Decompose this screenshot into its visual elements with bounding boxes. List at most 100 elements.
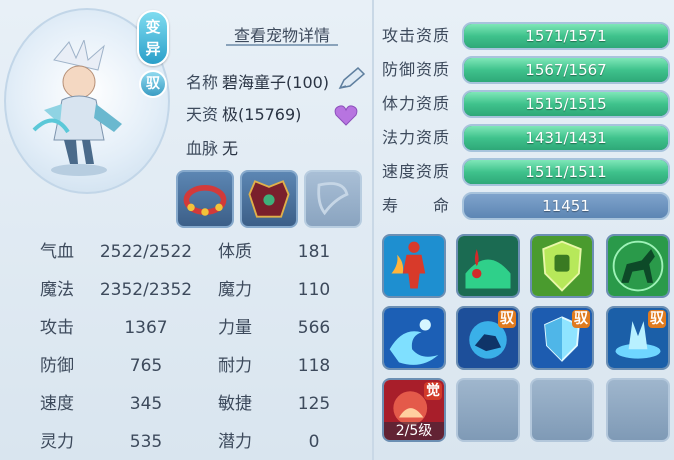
ride-skill-tag: 驭 xyxy=(572,310,590,328)
skill-slot-3[interactable] xyxy=(530,234,594,298)
skill-slot-8[interactable]: 驭 xyxy=(606,306,670,370)
stat-row: 耐力 118 xyxy=(218,350,348,382)
stat-value: 765 xyxy=(129,356,163,376)
stat-value: 125 xyxy=(297,394,331,414)
skill-slot-9[interactable]: 觉 2/5级 xyxy=(382,378,446,442)
mutation-badge: 变异 xyxy=(137,10,169,66)
stat-row: 力量 566 xyxy=(218,312,348,344)
skill-slot-4[interactable] xyxy=(606,234,670,298)
aptitude-value: 1515/1515 xyxy=(525,95,607,113)
stat-label: 魔力 xyxy=(218,280,252,300)
aptitude-value: 1571/1571 xyxy=(525,27,607,45)
equip-slot-collar[interactable] xyxy=(176,170,234,228)
stat-value: 345 xyxy=(129,394,163,414)
lifespan-bar: 11451 xyxy=(462,192,670,220)
stat-label: 体质 xyxy=(218,242,252,262)
stat-label: 灵力 xyxy=(40,432,74,452)
pet-talent-value: 极(15769) xyxy=(222,105,302,124)
awaken-level: 2/5级 xyxy=(384,422,444,440)
pet-bloodline-value: 无 xyxy=(222,139,239,158)
stat-label: 敏捷 xyxy=(218,394,252,414)
aptitude-row: 体力资质 1515/1515 xyxy=(382,90,672,118)
edit-name-icon[interactable] xyxy=(336,66,366,92)
stat-row: 速度 345 xyxy=(40,388,200,420)
aptitude-row: 速度资质 1511/1511 xyxy=(382,158,672,186)
heart-icon[interactable] xyxy=(334,104,358,126)
stat-row: 气血 2522/2522 xyxy=(40,236,200,268)
stat-label: 气血 xyxy=(40,242,74,262)
stat-value: 0 xyxy=(308,432,320,452)
ride-badge[interactable]: 驭 xyxy=(139,70,167,98)
aptitude-label: 攻击资质 xyxy=(382,26,451,45)
divider xyxy=(372,0,374,460)
skill-slot-7[interactable]: 驭 xyxy=(530,306,594,370)
pet-bloodline-label: 血脉 xyxy=(186,139,219,158)
stat-row: 防御 765 xyxy=(40,350,200,382)
skill-slot-empty-2[interactable] xyxy=(530,378,594,442)
aptitude-bar: 1567/1567 xyxy=(462,56,670,84)
fire-warrior-icon xyxy=(384,236,444,296)
pet-info-panel: 变异 驭 查看宠物详情 名称碧海童子(100) 天资极(15769) 血脉无 xyxy=(0,0,674,460)
stat-value: 2352/2352 xyxy=(99,280,193,300)
stat-value: 2522/2522 xyxy=(99,242,193,262)
stat-row: 灵力 535 xyxy=(40,426,200,458)
aptitude-row: 防御资质 1567/1567 xyxy=(382,56,672,84)
aptitude-label: 体力资质 xyxy=(382,94,451,113)
stat-label: 防御 xyxy=(40,356,74,376)
stat-value: 110 xyxy=(297,280,331,300)
stat-label: 耐力 xyxy=(218,356,252,376)
aptitude-value: 1511/1511 xyxy=(525,163,607,181)
aptitude-row: 攻击资质 1571/1571 xyxy=(382,22,672,50)
stat-value: 118 xyxy=(297,356,331,376)
stat-value: 181 xyxy=(297,242,331,262)
aptitude-bar: 1571/1571 xyxy=(462,22,670,50)
stat-label: 攻击 xyxy=(40,318,74,338)
pet-talent-label: 天资 xyxy=(186,105,219,124)
stat-row: 潜力 0 xyxy=(218,426,348,458)
aptitude-label: 防御资质 xyxy=(382,60,451,79)
collar-icon xyxy=(183,185,227,216)
blood-drain-icon xyxy=(458,236,518,296)
water-wave-icon xyxy=(384,308,444,368)
pet-name-row: 名称 碧海童子(100) xyxy=(186,70,329,96)
stat-row: 魔力 110 xyxy=(218,274,348,306)
view-pet-details-link[interactable]: 查看宠物详情 xyxy=(226,22,338,46)
ride-skill-tag: 驭 xyxy=(648,310,666,328)
shield-emblem-icon xyxy=(532,236,592,296)
stat-label: 力量 xyxy=(218,318,252,338)
lifespan-row: 寿 命 11451 xyxy=(382,192,672,220)
lifespan-value: 11451 xyxy=(542,197,590,215)
aptitude-bar: 1431/1431 xyxy=(462,124,670,152)
stat-row: 攻击 1367 xyxy=(40,312,200,344)
awaken-tag: 觉 xyxy=(424,382,442,400)
horse-rider-icon xyxy=(608,236,668,296)
skill-slot-6[interactable]: 驭 xyxy=(456,306,520,370)
stat-row: 敏捷 125 xyxy=(218,388,348,420)
aptitude-value: 1567/1567 xyxy=(525,61,607,79)
stat-value: 566 xyxy=(297,318,331,338)
stat-row: 体质 181 xyxy=(218,236,348,268)
aptitude-label: 法力资质 xyxy=(382,128,451,147)
pet-talent-row: 天资 极(15769) xyxy=(186,102,301,128)
aptitude-label: 速度资质 xyxy=(382,162,451,181)
skill-slot-empty-1[interactable] xyxy=(456,378,520,442)
stat-label: 魔法 xyxy=(40,280,74,300)
aptitude-value: 1431/1431 xyxy=(525,129,607,147)
empty-slot-icon xyxy=(317,182,349,216)
skill-slot-2[interactable] xyxy=(456,234,520,298)
lifespan-label: 寿 命 xyxy=(382,196,451,215)
skill-slot-5[interactable] xyxy=(382,306,446,370)
stat-label: 速度 xyxy=(40,394,74,414)
equip-slot-empty[interactable] xyxy=(304,170,362,228)
skill-slot-1[interactable] xyxy=(382,234,446,298)
pet-name-label: 名称 xyxy=(186,73,219,92)
stat-label: 潜力 xyxy=(218,432,252,452)
stat-value: 535 xyxy=(129,432,163,452)
aptitude-bar: 1511/1511 xyxy=(462,158,670,186)
skill-slot-empty-3[interactable] xyxy=(606,378,670,442)
aptitude-row: 法力资质 1431/1431 xyxy=(382,124,672,152)
ride-skill-tag: 驭 xyxy=(498,310,516,328)
pet-name-value: 碧海童子(100) xyxy=(222,73,330,92)
equip-slot-armor[interactable] xyxy=(240,170,298,228)
pet-bloodline-row: 血脉无 xyxy=(186,136,238,162)
